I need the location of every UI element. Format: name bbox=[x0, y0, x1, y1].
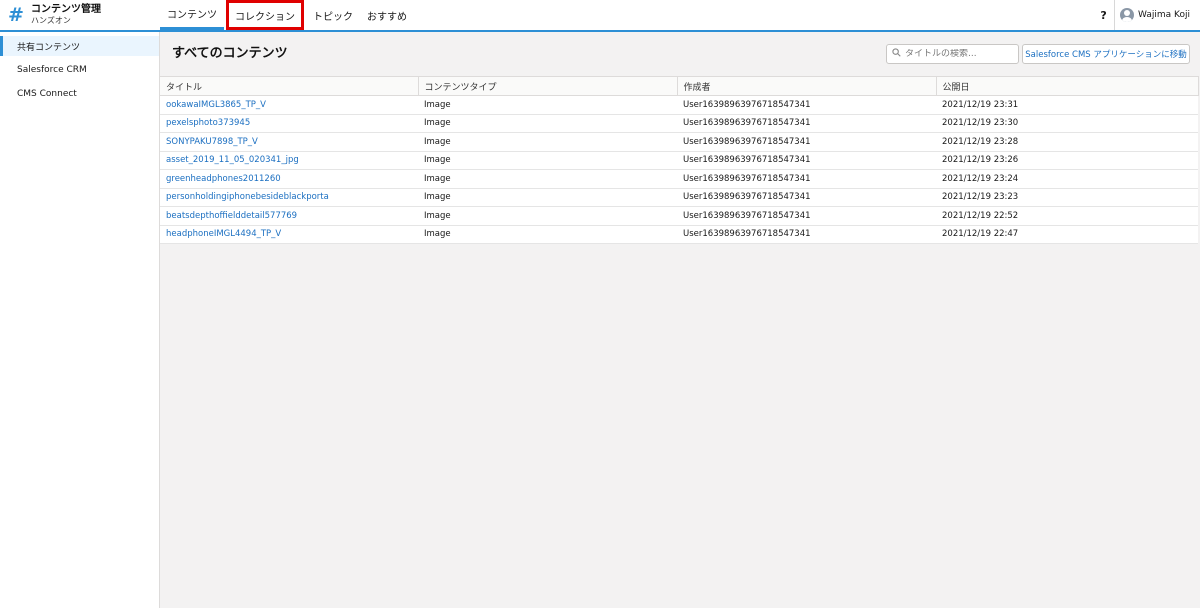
go-to-cms-app-button[interactable]: Salesforce CMS アプリケーションに移動 bbox=[1022, 44, 1190, 64]
table-body: ookawaIMGL3865_TP_V Image User163989639767… bbox=[160, 95, 1198, 244]
tab-label: コレクション bbox=[235, 11, 295, 23]
app-brand[interactable]: # コンテンツ管理 ハンズオン bbox=[0, 0, 160, 30]
sidebar-item-shared-contents[interactable]: 共有コンテンツ bbox=[0, 36, 159, 56]
header-right: ? Wajima Koji bbox=[1093, 0, 1200, 30]
main-content: すべてのコンテンツ Salesforce CMS アプリケーションに移動 タイト… bbox=[160, 32, 1200, 608]
cell-content-type: Image bbox=[418, 188, 677, 207]
cell-published-date: 2021/12/19 22:47 bbox=[936, 225, 1198, 244]
cell-published-date: 2021/12/19 23:24 bbox=[936, 169, 1198, 189]
table-header-row: タイトル コンテンツタイプ 作成者 公開日 bbox=[160, 76, 1199, 96]
column-header-content-type[interactable]: コンテンツタイプ bbox=[418, 76, 678, 96]
column-header-published-date[interactable]: 公開日 bbox=[936, 76, 1199, 96]
cell-author: User16398963976718547341 bbox=[677, 225, 936, 244]
tab-label: コンテンツ bbox=[167, 10, 217, 21]
page-title: すべてのコンテンツ bbox=[172, 46, 288, 61]
tab-recommended[interactable]: おすすめ bbox=[360, 0, 414, 30]
search-box[interactable] bbox=[886, 44, 1019, 64]
content-title-link[interactable]: SONYPAKU7898_TP_V bbox=[166, 137, 258, 147]
cell-published-date: 2021/12/19 23:31 bbox=[936, 95, 1198, 115]
cell-published-date: 2021/12/19 23:28 bbox=[936, 132, 1198, 152]
cell-content-type: Image bbox=[418, 225, 677, 244]
cell-author: User16398963976718547341 bbox=[677, 188, 936, 207]
cell-title: asset_2019_11_05_020341_jpg bbox=[160, 151, 418, 170]
nav-tabs: コンテンツ コレクション トピック おすすめ bbox=[160, 0, 414, 30]
content-title-link[interactable]: pexelsphoto373945 bbox=[166, 118, 250, 128]
avatar-icon bbox=[1120, 8, 1135, 22]
cell-content-type: Image bbox=[418, 169, 677, 189]
tab-contents[interactable]: コンテンツ bbox=[160, 0, 224, 30]
cell-content-type: Image bbox=[418, 95, 677, 115]
content-title-link[interactable]: ookawaIMGL3865_TP_V bbox=[166, 100, 266, 110]
hash-icon: # bbox=[8, 4, 24, 26]
table-row: headphoneIMGL4494_TP_V Image User163989639… bbox=[160, 225, 1198, 244]
cell-published-date: 2021/12/19 23:23 bbox=[936, 188, 1198, 207]
table-row: personholdingiphonebesideblackporta Image… bbox=[160, 188, 1198, 207]
user-name: Wajima Koji bbox=[1138, 10, 1190, 20]
content-title-link[interactable]: asset_2019_11_05_020341_jpg bbox=[166, 155, 299, 165]
cell-published-date: 2021/12/19 22:52 bbox=[936, 206, 1198, 226]
cell-title: ookawaIMGL3865_TP_V bbox=[160, 95, 418, 115]
table-row: ookawaIMGL3865_TP_V Image User163989639767… bbox=[160, 95, 1198, 115]
top-header: # コンテンツ管理 ハンズオン コンテンツ コレクション トピック おすすめ ?… bbox=[0, 0, 1200, 32]
sidebar-item-label: Salesforce CRM bbox=[17, 65, 87, 75]
tab-collections[interactable]: コレクション bbox=[226, 0, 304, 30]
tab-label: おすすめ bbox=[367, 11, 407, 23]
content-title-link[interactable]: headphoneIMGL4494_TP_V bbox=[166, 229, 281, 239]
sidebar: 共有コンテンツ Salesforce CRM CMS Connect bbox=[0, 32, 160, 608]
cell-content-type: Image bbox=[418, 151, 677, 170]
search-icon bbox=[887, 48, 905, 60]
column-header-title[interactable]: タイトル bbox=[160, 76, 419, 96]
cell-author: User16398963976718547341 bbox=[677, 132, 936, 152]
table-row: asset_2019_11_05_020341_jpg Image User1639… bbox=[160, 151, 1198, 170]
table-row: pexelsphoto373945 Image User16398963976718… bbox=[160, 114, 1198, 133]
cell-published-date: 2021/12/19 23:26 bbox=[936, 151, 1198, 170]
cell-content-type: Image bbox=[418, 206, 677, 226]
cell-author: User16398963976718547341 bbox=[677, 151, 936, 170]
tab-topics[interactable]: トピック bbox=[306, 0, 360, 30]
cell-title: greenheadphones2011260 bbox=[160, 169, 418, 189]
cell-title: personholdingiphonebesideblackporta bbox=[160, 188, 418, 207]
sidebar-item-cms-connect[interactable]: CMS Connect bbox=[0, 84, 159, 104]
sidebar-item-label: CMS Connect bbox=[17, 89, 77, 99]
cell-author: User16398963976718547341 bbox=[677, 169, 936, 189]
cell-title: beatsdepthoffielddetail577769 bbox=[160, 206, 418, 226]
content-table: タイトル コンテンツタイプ 作成者 公開日 ookawaIMGL3865_TP_… bbox=[160, 76, 1199, 244]
cell-content-type: Image bbox=[418, 132, 677, 152]
table-row: beatsdepthoffielddetail577769 Image User16… bbox=[160, 206, 1198, 226]
search-input[interactable] bbox=[905, 49, 1013, 59]
content-title-link[interactable]: beatsdepthoffielddetail577769 bbox=[166, 211, 297, 221]
table-row: SONYPAKU7898_TP_V Image User16398963976718… bbox=[160, 132, 1198, 152]
user-menu[interactable]: Wajima Koji bbox=[1120, 8, 1200, 22]
cell-content-type: Image bbox=[418, 114, 677, 133]
help-button[interactable]: ? bbox=[1093, 0, 1116, 30]
content-title-link[interactable]: greenheadphones2011260 bbox=[166, 174, 281, 184]
tab-label: トピック bbox=[313, 11, 353, 23]
column-header-author[interactable]: 作成者 bbox=[677, 76, 937, 96]
content-table-wrap: タイトル コンテンツタイプ 作成者 公開日 ookawaIMGL3865_TP_… bbox=[160, 76, 1199, 244]
cell-title: headphoneIMGL4494_TP_V bbox=[160, 225, 418, 244]
app-title: コンテンツ管理 bbox=[31, 4, 101, 15]
table-row: greenheadphones2011260 Image User163989639… bbox=[160, 169, 1198, 189]
cell-author: User16398963976718547341 bbox=[677, 95, 936, 115]
brand-text: コンテンツ管理 ハンズオン bbox=[31, 4, 101, 26]
content-title-link[interactable]: personholdingiphonebesideblackporta bbox=[166, 192, 329, 202]
cell-published-date: 2021/12/19 23:30 bbox=[936, 114, 1198, 133]
cell-title: pexelsphoto373945 bbox=[160, 114, 418, 133]
cell-author: User16398963976718547341 bbox=[677, 114, 936, 133]
cell-title: SONYPAKU7898_TP_V bbox=[160, 132, 418, 152]
sidebar-item-label: 共有コンテンツ bbox=[17, 42, 81, 53]
cell-author: User16398963976718547341 bbox=[677, 206, 936, 226]
sidebar-item-salesforce-crm[interactable]: Salesforce CRM bbox=[0, 60, 159, 80]
app-subtitle: ハンズオン bbox=[31, 16, 71, 25]
